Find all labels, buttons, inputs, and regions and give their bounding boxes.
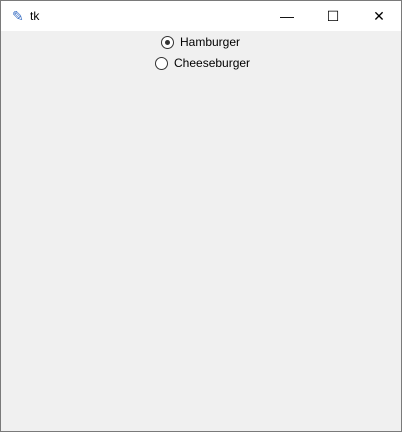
title-bar: ✎ tk — ☐ ✕	[1, 1, 401, 31]
maximize-button[interactable]: ☐	[310, 1, 356, 31]
radio-indicator[interactable]	[155, 56, 168, 70]
minimize-button[interactable]: —	[264, 1, 310, 31]
close-button[interactable]: ✕	[356, 1, 402, 31]
tk-feather-icon: ✎	[12, 8, 24, 24]
window-title: tk	[30, 9, 40, 23]
radio-cheeseburger[interactable]: Cheeseburger	[155, 56, 250, 70]
app-window: ✎ tk — ☐ ✕ Hamburger Cheeseburger	[0, 0, 402, 432]
radio-label: Hamburger	[180, 35, 241, 49]
radio-indicator[interactable]	[161, 35, 174, 49]
radio-label: Cheeseburger	[174, 56, 251, 70]
radio-hamburger[interactable]: Hamburger	[161, 35, 240, 49]
